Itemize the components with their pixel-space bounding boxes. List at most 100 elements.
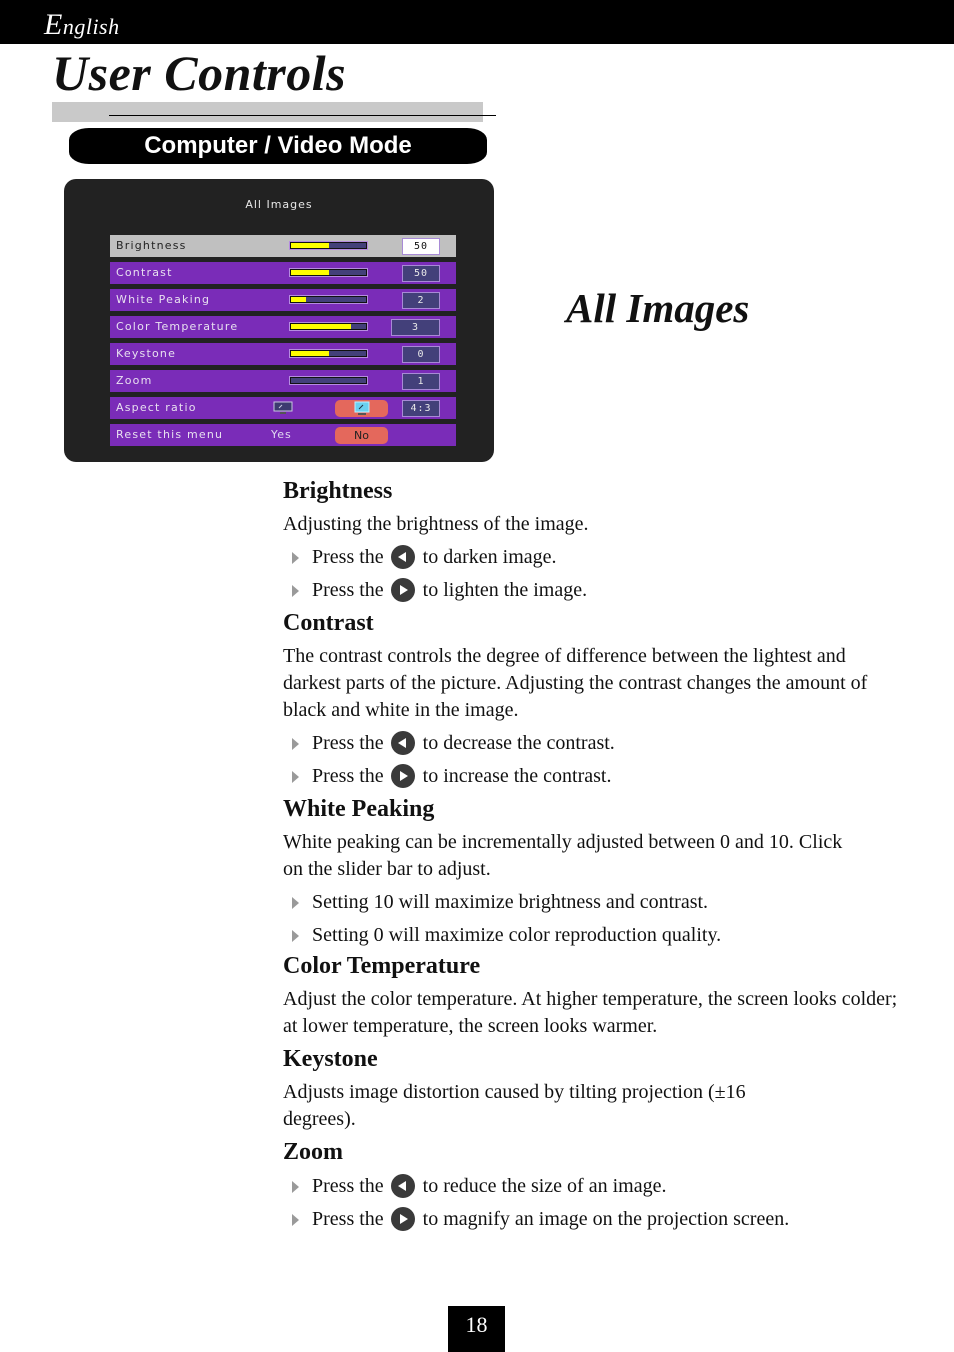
right-arrow-button-icon	[390, 1207, 415, 1231]
zoom-heading: Zoom	[283, 1139, 343, 1165]
bullet-arrow-icon	[292, 738, 299, 750]
bullet-arrow-icon	[292, 1181, 299, 1193]
language-label: English	[44, 8, 120, 42]
list-item: Press the to decrease the contrast.	[283, 730, 903, 757]
osd-row-label: Reset this menu	[116, 428, 224, 441]
section-heading: All Images	[566, 285, 750, 331]
osd-row-label: Keystone	[116, 347, 177, 360]
list-item: Press the to increase the contrast.	[283, 763, 903, 790]
color-temperature-slider[interactable]	[289, 322, 368, 331]
contrast-slider[interactable]	[289, 268, 368, 277]
left-arrow-button-icon	[390, 545, 415, 569]
left-arrow-button-icon	[390, 731, 415, 755]
slider-fill	[291, 351, 329, 356]
contrast-description: The contrast controls the degree of diff…	[283, 645, 868, 721]
bullet-text: Press the	[312, 546, 384, 568]
osd-row-label: Contrast	[116, 266, 173, 279]
white-peaking-slider[interactable]	[289, 295, 368, 304]
bullet-text: to lighten the image.	[422, 579, 588, 601]
bullet-text: Press the	[312, 765, 384, 787]
brightness-heading: Brightness	[283, 478, 393, 504]
bullet-arrow-icon	[292, 552, 299, 564]
keystone-slider[interactable]	[289, 349, 368, 358]
list-item: Press the to magnify an image on the pro…	[283, 1206, 903, 1233]
white-peaking-heading: White Peaking	[283, 796, 435, 822]
bullet-text: Press the	[312, 1208, 384, 1230]
contrast-value: 50	[402, 265, 440, 282]
color-temperature-description: Adjust the color temperature. At higher …	[283, 988, 898, 1037]
right-arrow-button-icon	[390, 578, 415, 602]
bullet-text: to increase the contrast.	[422, 765, 612, 787]
osd-menu: All Images Brightness 50 Contrast 50 Whi…	[64, 179, 494, 462]
osd-row-label: Color Temperature	[116, 320, 239, 333]
osd-row-zoom[interactable]: Zoom 1	[110, 370, 456, 392]
brightness-value: 50	[402, 238, 440, 255]
white-peaking-description: White peaking can be incrementally adjus…	[283, 831, 843, 880]
bullet-text: Setting 10 will maximize brightness and …	[312, 891, 709, 913]
bullet-text: to darken image.	[422, 546, 557, 568]
osd-row-white-peaking[interactable]: White Peaking 2	[110, 289, 456, 311]
keystone-value: 0	[402, 346, 440, 363]
wide-monitor-icon[interactable]	[273, 401, 293, 415]
bullet-text: to decrease the contrast.	[422, 732, 615, 754]
osd-row-aspect-ratio[interactable]: Aspect ratio 4:3	[110, 397, 456, 419]
keystone-description: Adjusts image distortion caused by tilti…	[283, 1081, 746, 1130]
right-arrow-button-icon	[390, 764, 415, 788]
brightness-slider[interactable]	[289, 241, 368, 250]
slider-fill	[291, 243, 329, 248]
osd-row-label: Brightness	[116, 239, 187, 252]
bullet-text: to magnify an image on the projection sc…	[422, 1208, 790, 1230]
title-rule	[109, 115, 496, 116]
mode-label: Computer / Video Mode	[144, 132, 412, 159]
aspect-ratio-value: 4:3	[402, 400, 440, 417]
content-body: Brightness Adjusting the brightness of t…	[283, 476, 903, 1233]
mode-banner: Computer / Video Mode	[69, 128, 487, 164]
bullet-arrow-icon	[292, 585, 299, 597]
contrast-heading: Contrast	[283, 610, 374, 636]
list-item: Press the to darken image.	[283, 544, 903, 571]
keystone-heading: Keystone	[283, 1046, 378, 1072]
slider-fill	[291, 270, 329, 275]
osd-row-contrast[interactable]: Contrast 50	[110, 262, 456, 284]
page-number: 18	[448, 1306, 505, 1352]
bullet-text: Press the	[312, 1175, 384, 1197]
bullet-text: Press the	[312, 732, 384, 754]
reset-yes-option[interactable]: Yes	[271, 428, 292, 441]
standard-monitor-icon	[354, 401, 369, 415]
language-header-bar: English	[0, 0, 954, 44]
bullet-text: Setting 0 will maximize color reproducti…	[312, 924, 722, 946]
osd-row-reset[interactable]: Reset this menu Yes No	[110, 424, 456, 446]
bullet-text: Press the	[312, 579, 384, 601]
language-rest: nglish	[62, 14, 120, 39]
osd-row-keystone[interactable]: Keystone 0	[110, 343, 456, 365]
osd-row-label: Zoom	[116, 374, 153, 387]
osd-row-label: White Peaking	[116, 293, 211, 306]
bullet-arrow-icon	[292, 1214, 299, 1226]
page-title: User Controls	[52, 45, 347, 101]
aspect-option-standard[interactable]	[335, 400, 388, 417]
zoom-slider[interactable]	[289, 376, 368, 385]
osd-row-brightness[interactable]: Brightness 50	[110, 235, 456, 257]
osd-row-label: Aspect ratio	[116, 401, 197, 414]
osd-row-color-temperature[interactable]: Color Temperature 3	[110, 316, 456, 338]
bullet-arrow-icon	[292, 930, 299, 942]
bullet-text: to reduce the size of an image.	[422, 1175, 667, 1197]
list-item: Setting 0 will maximize color reproducti…	[283, 922, 903, 949]
brightness-description: Adjusting the brightness of the image.	[283, 513, 589, 535]
osd-title: All Images	[245, 198, 313, 211]
white-peaking-value: 2	[402, 292, 440, 309]
language-initial: E	[44, 8, 63, 41]
slider-fill	[291, 324, 351, 329]
color-temperature-value: 3	[391, 319, 440, 336]
title-underline-bar	[52, 102, 483, 122]
left-arrow-button-icon	[390, 1174, 415, 1198]
list-item: Setting 10 will maximize brightness and …	[283, 889, 903, 916]
list-item: Press the to lighten the image.	[283, 577, 903, 604]
zoom-value: 1	[402, 373, 440, 390]
bullet-arrow-icon	[292, 897, 299, 909]
bullet-arrow-icon	[292, 771, 299, 783]
slider-fill	[291, 297, 306, 302]
list-item: Press the to reduce the size of an image…	[283, 1173, 903, 1200]
reset-no-option[interactable]: No	[335, 427, 388, 444]
color-temperature-heading: Color Temperature	[283, 953, 481, 979]
